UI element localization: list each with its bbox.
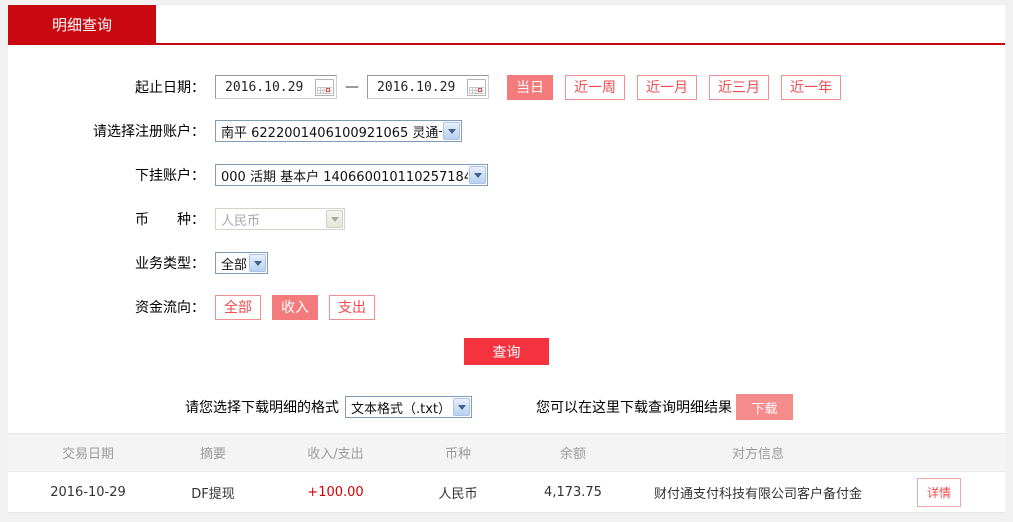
fund-flow-row: 资金流向： 全部 收入 支出 [8,294,1005,320]
currency-select: 人民币 [215,208,345,230]
header-counterparty: 对方信息 [731,447,784,462]
result-table: 交易日期 摘要 收入/支出 币种 余额 对方信息 2016-10-29 DF提现… [8,433,1005,513]
business-type-label: 业务类型： [135,256,205,272]
fund-flow-button-expense[interactable]: 支出 [329,294,375,320]
cell-currency: 人民币 [438,486,478,502]
sub-account-label: 下挂账户： [135,168,205,184]
quick-range-button-year[interactable]: 近一年 [781,74,841,100]
tab-detail-query[interactable]: 明细查询 [8,5,156,43]
download-row: 请您选择下载明细的格式 文本格式（.txt） 您可以在这里下载查询明细结果 下载 [8,394,1005,420]
business-type-value: 全部 [221,257,248,273]
calendar-icon[interactable] [467,78,486,96]
download-format-select[interactable]: 文本格式（.txt） [345,396,472,418]
chevron-down-icon[interactable] [249,254,266,272]
currency-row: 币 种： 人民币 [8,206,1005,232]
tab-bar: 明细查询 [8,5,1005,43]
download-hint: 您可以在这里下载查询明细结果 [536,400,732,416]
cell-amount: +100.00 [307,484,364,500]
query-button[interactable]: 查询 [464,338,549,365]
chevron-down-icon[interactable] [453,398,470,416]
header-currency: 币种 [444,447,471,462]
sub-account-row: 下挂账户： 000 活期 基本户 1406600101102571848 [8,162,1005,188]
fund-flow-button-income[interactable]: 收入 [272,294,318,320]
quick-range-button-today[interactable]: 当日 [507,74,553,100]
date-range-label: 起止日期： [135,80,205,96]
header-income-expense: 收入/支出 [307,447,364,462]
end-date-value[interactable]: 2016.10.29 [377,80,455,95]
start-date-input[interactable]: 2016.10.29 [215,75,337,99]
cell-counterparty: 财付通支付科技有限公司客户备付金 [653,486,862,502]
header-trade-date: 交易日期 [61,447,114,462]
chevron-down-icon[interactable] [469,166,486,184]
query-form: 起止日期： 2016.10.29 — 2016.10.29 当日 近一周 近一月… [8,45,1005,420]
date-range-row: 起止日期： 2016.10.29 — 2016.10.29 当日 近一周 近一月… [8,74,1005,100]
header-balance: 余额 [559,447,586,462]
cell-summary: DF提现 [191,486,235,502]
sub-account-select[interactable]: 000 活期 基本户 1406600101102571848 [215,164,488,186]
download-format-label: 请您选择下载明细的格式 [185,400,339,416]
end-date-input[interactable]: 2016.10.29 [367,75,489,99]
quick-range-button-month[interactable]: 近一月 [637,74,697,100]
register-account-select[interactable]: 南平 6222001406100921065 灵通卡 [215,120,462,142]
fund-flow-label: 资金流向： [135,300,205,316]
quick-range-button-quarter[interactable]: 近三月 [709,74,769,100]
sub-account-value: 000 活期 基本户 1406600101102571848 [221,169,468,185]
register-account-row: 请选择注册账户： 南平 6222001406100921065 灵通卡 [8,118,1005,144]
quick-range-group: 当日 近一周 近一月 近三月 近一年 [507,74,841,100]
currency-value: 人民币 [221,213,261,229]
download-button[interactable]: 下载 [736,394,793,420]
table-row: 2016-10-29 DF提现 +100.00 人民币 4,173.75 财付通… [8,472,1005,513]
chevron-down-icon[interactable] [443,122,460,140]
fund-flow-group: 全部 收入 支出 [215,294,375,320]
register-account-label: 请选择注册账户： [93,124,205,140]
detail-button[interactable]: 详情 [916,477,961,507]
date-range-separator: — [345,79,359,95]
currency-label: 币 种： [135,212,205,228]
business-type-select[interactable]: 全部 [215,252,268,274]
chevron-down-icon [326,210,343,228]
cell-balance: 4,173.75 [544,484,602,500]
cell-trade-date: 2016-10-29 [50,484,126,500]
register-account-value: 南平 6222001406100921065 灵通卡 [221,125,442,141]
business-type-row: 业务类型： 全部 [8,250,1005,276]
table-header-row: 交易日期 摘要 收入/支出 币种 余额 对方信息 [8,433,1005,472]
header-summary: 摘要 [199,447,226,462]
download-format-value: 文本格式（.txt） [351,401,452,417]
detail-query-panel: 明细查询 起止日期： 2016.10.29 — 2016.10.29 当日 近一… [8,5,1005,513]
fund-flow-button-all[interactable]: 全部 [215,294,261,320]
calendar-icon[interactable] [315,78,334,96]
quick-range-button-week[interactable]: 近一周 [565,74,625,100]
start-date-value[interactable]: 2016.10.29 [225,80,303,95]
